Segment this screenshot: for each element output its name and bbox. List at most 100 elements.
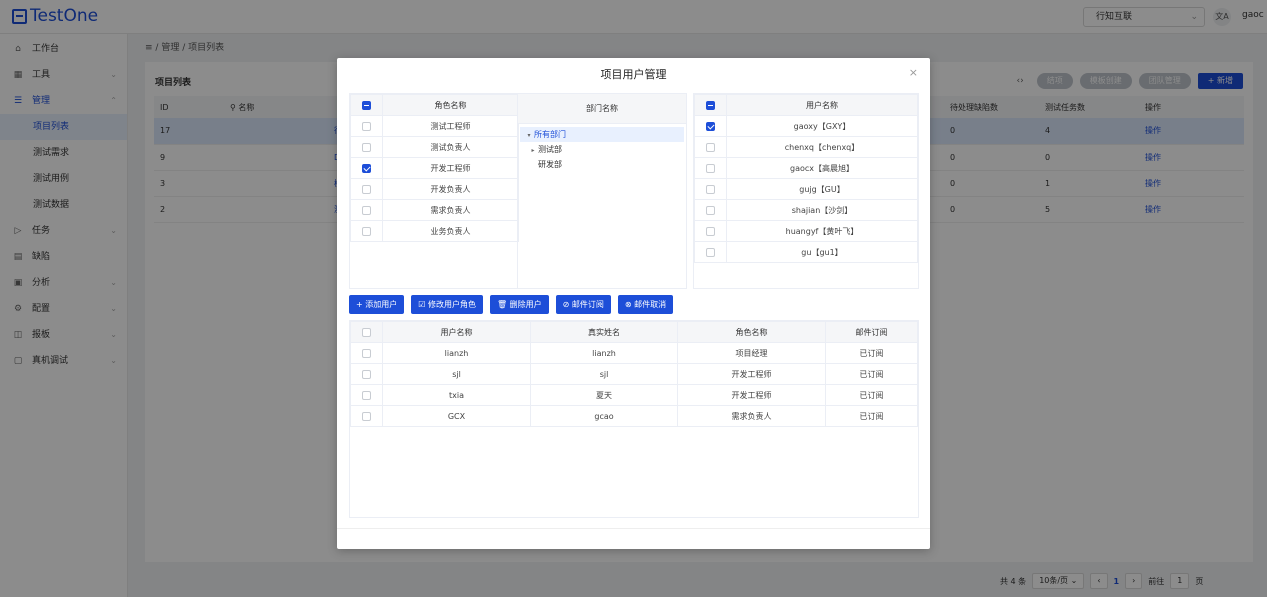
user-table: 用户名称 gaoxy【GXY】 chenxq【chenxq】 gaocx【高晨旭… [694,94,918,263]
col-realname: 真实姓名 [530,321,678,343]
member-row[interactable]: sjl sjl 开发工程师 已订阅 [350,363,918,385]
user-select-all[interactable] [694,94,727,116]
member-realname: sjl [530,363,678,385]
user-row[interactable]: shajian【沙剑】 [694,199,918,221]
user-checkbox[interactable] [706,142,715,152]
tree-node-test[interactable]: ▸ 测试部 [518,142,686,157]
role-select-all[interactable] [350,94,383,116]
user-checkbox[interactable] [706,205,715,215]
user-header: 用户名称 [726,94,918,116]
user-name-cell: gu【gu1】 [726,241,918,263]
close-icon[interactable]: × [909,66,918,79]
role-row[interactable]: 测试负责人 [350,136,519,158]
member-checkbox[interactable] [362,348,371,358]
member-mail: 已订阅 [825,405,918,427]
role-name: 测试工程师 [382,115,519,137]
tree-node-label: 所有部门 [534,130,566,139]
col-role: 角色名称 [677,321,826,343]
user-row[interactable]: huangyf【黄叶飞】 [694,220,918,242]
member-mail: 已订阅 [825,384,918,406]
project-member-list: 用户名称 真实姓名 角色名称 邮件订阅 lianzh lianzh 项目经理 已… [349,320,919,518]
member-realname: gcao [530,405,678,427]
tree-node-dev[interactable]: 研发部 [518,157,686,172]
member-mail: 已订阅 [825,342,918,364]
dialog-footer-divider [337,528,930,529]
user-name-cell: shajian【沙剑】 [726,199,918,221]
col-mail: 邮件订阅 [825,321,918,343]
member-role: 开发工程师 [677,363,826,385]
member-role: 项目经理 [677,342,826,364]
delete-user-button[interactable]: 🗑 删除用户 [489,295,549,314]
member-username: txia [382,384,531,406]
member-row[interactable]: lianzh lianzh 项目经理 已订阅 [350,342,918,364]
user-checkbox-checked[interactable] [706,121,715,131]
member-row[interactable]: txia 夏天 开发工程师 已订阅 [350,384,918,406]
role-name: 测试负责人 [382,136,519,158]
member-row[interactable]: GCX gcao 需求负责人 已订阅 [350,405,918,427]
checkbox-indeterminate-icon[interactable] [362,100,371,110]
user-name-cell: gaocx【高晨旭】 [726,157,918,179]
mail-cancel-button[interactable]: ⊗ 邮件取消 [617,295,674,314]
role-table: 角色名称 测试工程师 测试负责人 开发工程师 开发负责人 需求负责人 业务负责人 [350,94,519,242]
member-realname: lianzh [530,342,678,364]
checkbox-indeterminate-icon[interactable] [706,100,715,110]
member-username: GCX [382,405,531,427]
user-row[interactable]: chenxq【chenxq】 [694,136,918,158]
user-row[interactable]: gaocx【高晨旭】 [694,157,918,179]
user-name-cell: gujg【GU】 [726,178,918,200]
member-checkbox[interactable] [362,390,371,400]
tree-node-all[interactable]: ▾ 所有部门 [520,127,684,142]
role-row[interactable]: 开发工程师 [350,157,519,179]
user-checkbox[interactable] [706,226,715,236]
dialog-title: 项目用户管理 [600,68,667,81]
role-list: 角色名称 测试工程师 测试负责人 开发工程师 开发负责人 需求负责人 业务负责人 [349,93,519,289]
mail-subscribe-button[interactable]: ⊘ 邮件订阅 [555,295,611,314]
user-list: 用户名称 gaoxy【GXY】 chenxq【chenxq】 gaocx【高晨旭… [693,93,919,289]
member-select-all-checkbox[interactable] [362,327,371,337]
caret-down-icon: ▾ [527,132,531,139]
user-row[interactable]: gu【gu1】 [694,241,918,263]
role-checkbox[interactable] [362,142,371,152]
role-row[interactable]: 开发负责人 [350,178,519,200]
member-checkbox[interactable] [362,369,371,379]
role-checkbox[interactable] [362,226,371,236]
user-checkbox[interactable] [706,163,715,173]
department-tree: 部门名称 ▾ 所有部门 ▸ 测试部 研发部 [517,93,687,289]
role-header: 角色名称 [382,94,519,116]
user-checkbox[interactable] [706,247,715,257]
role-name: 开发工程师 [382,157,519,179]
user-actions: + 添加用户 ☑ 修改用户角色 🗑 删除用户 ⊘ 邮件订阅 ⊗ 邮件取消 [349,295,674,314]
member-select-all[interactable] [350,321,383,343]
role-checkbox-checked[interactable] [362,163,371,173]
role-row[interactable]: 需求负责人 [350,199,519,221]
role-name: 开发负责人 [382,178,519,200]
member-username: lianzh [382,342,531,364]
user-name-cell: gaoxy【GXY】 [726,115,918,137]
caret-right-icon: ▸ [531,147,535,154]
user-name-cell: huangyf【黄叶飞】 [726,220,918,242]
user-row[interactable]: gujg【GU】 [694,178,918,200]
col-username: 用户名称 [382,321,531,343]
dept-header: 部门名称 [518,94,686,124]
member-mail: 已订阅 [825,363,918,385]
role-checkbox[interactable] [362,205,371,215]
member-realname: 夏天 [530,384,678,406]
tree-node-label: 研发部 [538,160,562,169]
edit-user-role-button[interactable]: ☑ 修改用户角色 [411,295,483,314]
member-username: sjl [382,363,531,385]
role-checkbox[interactable] [362,121,371,131]
add-user-button[interactable]: + 添加用户 [349,295,405,314]
user-name-cell: chenxq【chenxq】 [726,136,918,158]
user-row[interactable]: gaoxy【GXY】 [694,115,918,137]
role-row[interactable]: 测试工程师 [350,115,519,137]
user-checkbox[interactable] [706,184,715,194]
role-row[interactable]: 业务负责人 [350,220,519,242]
project-user-dialog: 项目用户管理 × 角色名称 测试工程师 测试负责人 开发工程师 开发负责人 需求… [337,58,930,549]
member-checkbox[interactable] [362,411,371,421]
member-role: 需求负责人 [677,405,826,427]
role-name: 需求负责人 [382,199,519,221]
tree-node-label: 测试部 [538,145,562,154]
member-table: 用户名称 真实姓名 角色名称 邮件订阅 lianzh lianzh 项目经理 已… [350,321,918,427]
role-checkbox[interactable] [362,184,371,194]
member-role: 开发工程师 [677,384,826,406]
